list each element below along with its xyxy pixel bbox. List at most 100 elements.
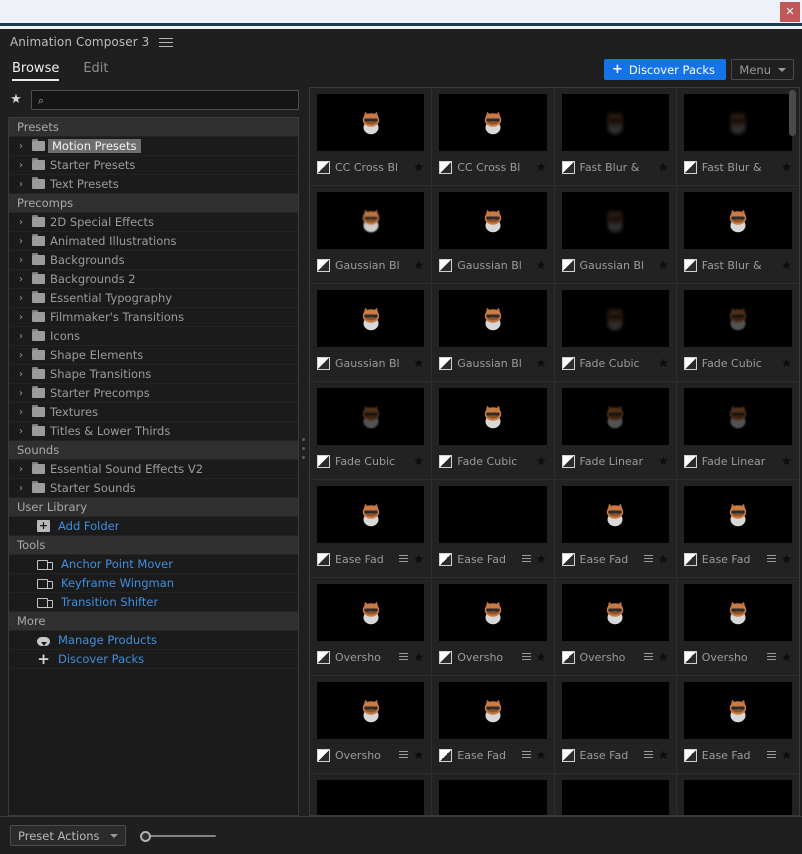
preset-card[interactable]: ★ — [310, 774, 433, 815]
chevron-right-icon[interactable]: › — [15, 388, 27, 399]
preset-card[interactable]: Gaussian Bl ★ — [432, 284, 555, 382]
preset-card[interactable]: CC Cross Bl ★ — [310, 88, 433, 186]
slider-thumb[interactable] — [139, 830, 151, 842]
preset-card[interactable]: ★ — [677, 774, 799, 815]
sidebar-item-motion-presets[interactable]: › Motion Presets — [9, 137, 298, 156]
sidebar-item-titles-lower-thirds[interactable]: › Titles & Lower Thirds — [9, 422, 298, 441]
chevron-right-icon[interactable]: › — [15, 312, 27, 323]
sidebar-item-starter-presets[interactable]: › Starter Presets — [9, 156, 298, 175]
thumbnail-size-slider[interactable] — [139, 829, 216, 843]
favorite-star-icon[interactable]: ★ — [413, 553, 424, 565]
favorite-star-icon[interactable]: ★ — [536, 259, 547, 271]
preset-card[interactable]: Fast Blur & ★ — [676, 88, 799, 186]
sidebar-item-2d-special-effects[interactable]: › 2D Special Effects — [9, 213, 298, 232]
preset-card[interactable]: Oversho ★ — [432, 578, 555, 676]
favorite-star-icon[interactable]: ★ — [413, 161, 424, 173]
favorite-star-icon[interactable]: ★ — [536, 749, 547, 761]
favorite-star-icon[interactable]: ★ — [536, 161, 547, 173]
favorite-star-icon[interactable]: ★ — [536, 455, 547, 467]
search-input[interactable] — [49, 93, 292, 107]
preset-card[interactable]: Fade Cubic ★ — [554, 284, 677, 382]
chevron-right-icon[interactable]: › — [15, 293, 27, 304]
sidebar-item-backgrounds[interactable]: › Backgrounds — [9, 251, 298, 270]
preset-card[interactable]: Ease Fad ★ — [676, 480, 799, 578]
preset-card[interactable]: Ease Fad ★ — [676, 676, 799, 774]
chevron-right-icon[interactable]: › — [15, 217, 27, 228]
favorite-star-icon[interactable]: ★ — [536, 553, 547, 565]
sidebar-item-icons[interactable]: › Icons — [9, 327, 298, 346]
preset-card[interactable]: Oversho ★ — [310, 676, 433, 774]
sidebar-item-essential-sound-effects-v2[interactable]: › Essential Sound Effects V2 — [9, 460, 298, 479]
favorite-star-icon[interactable]: ★ — [658, 553, 669, 565]
favorite-star-icon[interactable]: ★ — [658, 651, 669, 663]
chevron-right-icon[interactable]: › — [15, 236, 27, 247]
favorites-star-icon[interactable]: ★ — [8, 92, 24, 108]
discover-packs-button[interactable]: + Discover Packs — [603, 59, 726, 80]
menu-button[interactable]: Menu — [731, 59, 794, 80]
preset-actions-dropdown[interactable]: Preset Actions — [10, 825, 126, 846]
preset-card[interactable]: Oversho ★ — [554, 578, 677, 676]
sidebar-item-manage-products[interactable]: Manage Products — [9, 631, 298, 650]
preset-card[interactable]: Gaussian Bl ★ — [432, 186, 555, 284]
sidebar-item-shape-elements[interactable]: › Shape Elements — [9, 346, 298, 365]
preset-card[interactable]: CC Cross Bl ★ — [432, 88, 555, 186]
preset-card[interactable]: ★ — [432, 774, 555, 815]
preset-card[interactable]: Fade Cubic ★ — [310, 382, 433, 480]
sidebar-item-starter-sounds[interactable]: › Starter Sounds — [9, 479, 298, 498]
sidebar-item-starter-precomps[interactable]: › Starter Precomps — [9, 384, 298, 403]
preset-card[interactable]: Ease Fad ★ — [554, 676, 677, 774]
preset-card[interactable]: Gaussian Bl ★ — [310, 186, 433, 284]
favorite-star-icon[interactable]: ★ — [658, 259, 669, 271]
grid-scrollbar-thumb[interactable] — [789, 90, 796, 136]
sidebar-item-discover-packs[interactable]: Discover Packs — [9, 650, 298, 669]
search-field[interactable]: ⌕ — [31, 90, 299, 110]
preset-card[interactable]: Ease Fad ★ — [432, 676, 555, 774]
favorite-star-icon[interactable]: ★ — [536, 651, 547, 663]
sidebar-item-add-folder[interactable]: Add Folder — [9, 517, 298, 536]
grid-scrollbar[interactable] — [788, 90, 797, 813]
favorite-star-icon[interactable]: ★ — [658, 357, 669, 369]
favorite-star-icon[interactable]: ★ — [658, 161, 669, 173]
chevron-right-icon[interactable]: › — [15, 350, 27, 361]
chevron-right-icon[interactable]: › — [15, 483, 27, 494]
preset-card[interactable]: Ease Fad ★ — [554, 480, 677, 578]
preset-card[interactable]: Fade Cubic ★ — [432, 382, 555, 480]
sidebar-item-shape-transitions[interactable]: › Shape Transitions — [9, 365, 298, 384]
sidebar-item-anchor-point-mover[interactable]: Anchor Point Mover — [9, 555, 298, 574]
chevron-right-icon[interactable]: › — [15, 160, 27, 171]
chevron-right-icon[interactable]: › — [15, 274, 27, 285]
favorite-star-icon[interactable]: ★ — [658, 455, 669, 467]
hamburger-icon[interactable] — [159, 36, 174, 48]
sidebar-item-keyframe-wingman[interactable]: Keyframe Wingman — [9, 574, 298, 593]
sidebar-item-animated-illustrations[interactable]: › Animated Illustrations — [9, 232, 298, 251]
favorite-star-icon[interactable]: ★ — [413, 651, 424, 663]
folder-tree[interactable]: Presets › Motion Presets › Starter Presets › T… — [8, 117, 299, 816]
sidebar-item-backgrounds-2[interactable]: › Backgrounds 2 — [9, 270, 298, 289]
preset-card[interactable]: Oversho ★ — [676, 578, 799, 676]
favorite-star-icon[interactable]: ★ — [658, 749, 669, 761]
preset-card[interactable]: Ease Fad ★ — [310, 480, 433, 578]
sidebar-splitter[interactable] — [299, 87, 309, 816]
preset-card[interactable]: Fade Linear ★ — [676, 382, 799, 480]
preset-card[interactable]: Fast Blur & ★ — [554, 88, 677, 186]
chevron-right-icon[interactable]: › — [15, 141, 27, 152]
sidebar-item-essential-typography[interactable]: › Essential Typography — [9, 289, 298, 308]
sidebar-item-transition-shifter[interactable]: Transition Shifter — [9, 593, 298, 612]
chevron-right-icon[interactable]: › — [15, 426, 27, 437]
preset-card[interactable]: Gaussian Bl ★ — [554, 186, 677, 284]
chevron-right-icon[interactable]: › — [15, 255, 27, 266]
preset-card[interactable]: Gaussian Bl ★ — [310, 284, 433, 382]
sidebar-item-text-presets[interactable]: › Text Presets — [9, 175, 298, 194]
favorite-star-icon[interactable]: ★ — [413, 357, 424, 369]
favorite-star-icon[interactable]: ★ — [536, 357, 547, 369]
chevron-right-icon[interactable]: › — [15, 331, 27, 342]
close-icon[interactable]: ✕ — [780, 2, 800, 22]
favorite-star-icon[interactable]: ★ — [413, 259, 424, 271]
preset-card[interactable]: Fade Cubic ★ — [676, 284, 799, 382]
sidebar-item-textures[interactable]: › Textures — [9, 403, 298, 422]
preset-card[interactable]: ★ — [555, 774, 677, 815]
preset-card[interactable]: Oversho ★ — [310, 578, 433, 676]
favorite-star-icon[interactable]: ★ — [413, 455, 424, 467]
tab-edit[interactable]: Edit — [83, 61, 108, 81]
preset-card[interactable]: Fast Blur & ★ — [676, 186, 799, 284]
